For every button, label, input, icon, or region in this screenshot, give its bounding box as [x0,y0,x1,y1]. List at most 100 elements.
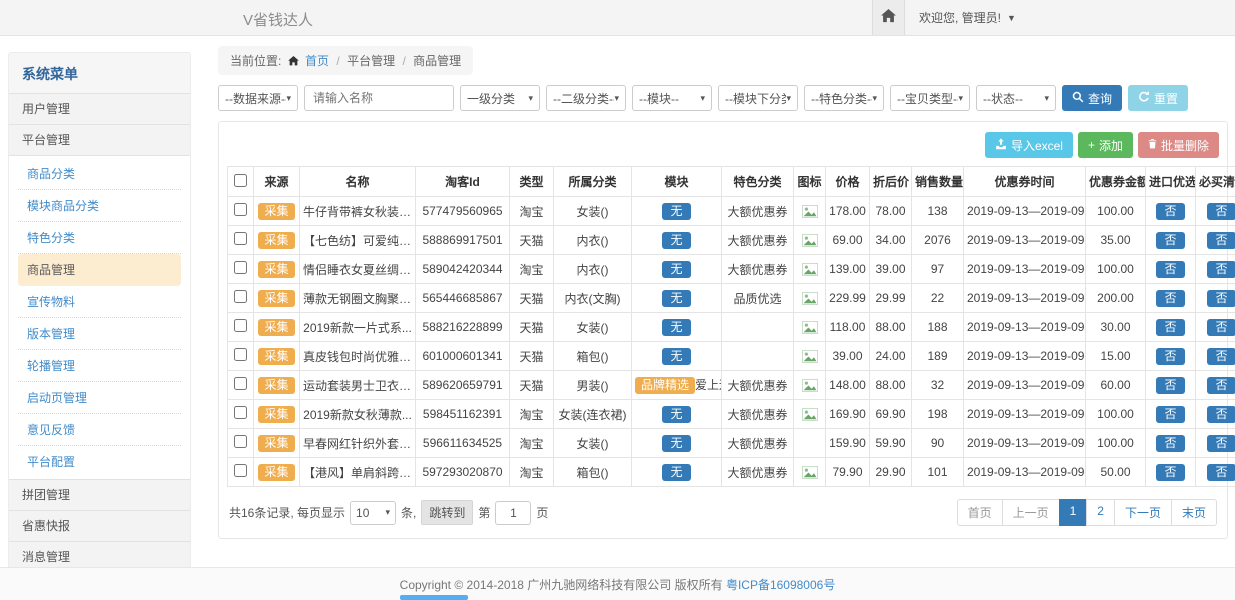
page-button-上一页[interactable]: 上一页 [1002,499,1060,526]
import-select-toggle[interactable]: 否 [1156,348,1184,365]
import-select-toggle[interactable]: 否 [1156,377,1184,394]
home-button[interactable] [872,0,905,35]
reset-button[interactable]: 重置 [1128,85,1188,111]
row-checkbox[interactable] [234,348,247,361]
module-badge[interactable]: 无 [662,203,690,220]
sidebar-item-特色分类[interactable]: 特色分类 [18,222,181,254]
checkbox-cell [228,429,254,458]
import-select-toggle[interactable]: 否 [1156,232,1184,249]
batch-delete-button[interactable]: 批量删除 [1138,132,1219,158]
must-buy-toggle[interactable]: 否 [1207,203,1235,220]
module-badge[interactable]: 无 [662,464,690,481]
name-search-input[interactable] [304,85,454,111]
select-all-checkbox[interactable] [234,174,247,187]
module-badge[interactable]: 品牌精选 [635,377,695,394]
sidebar-item-启动页管理[interactable]: 启动页管理 [18,382,181,414]
table-row: 采集真皮钱包时尚优雅女士...601000601341天猫箱包()无39.002… [228,342,1235,371]
sales-count: 138 [912,197,964,226]
must-buy-toggle[interactable]: 否 [1207,319,1235,336]
module-badge[interactable]: 无 [662,348,690,365]
page-button-首页[interactable]: 首页 [957,499,1003,526]
sidebar-item-意见反馈[interactable]: 意见反馈 [18,414,181,446]
must-buy-toggle[interactable]: 否 [1207,377,1235,394]
row-checkbox[interactable] [234,232,247,245]
row-checkbox[interactable] [234,290,247,303]
row-checkbox[interactable] [234,464,247,477]
import-select-toggle[interactable]: 否 [1156,406,1184,423]
row-checkbox[interactable] [234,377,247,390]
import-select-toggle[interactable]: 否 [1156,319,1184,336]
sidebar-item-版本管理[interactable]: 版本管理 [18,318,181,350]
row-checkbox[interactable] [234,406,247,419]
per-page-select[interactable]: 10 ▾ [350,501,396,525]
user-menu[interactable]: 欢迎您, 管理员! ▼ [905,0,1235,35]
must-buy-toggle[interactable]: 否 [1207,348,1235,365]
filter-select-7[interactable]: --宝贝类型--▾ [890,85,970,111]
module-badge[interactable]: 无 [662,261,690,278]
must-buy-toggle[interactable]: 否 [1207,261,1235,278]
page-button-下一页[interactable]: 下一页 [1114,499,1172,526]
price: 79.90 [826,458,870,487]
row-checkbox[interactable] [234,261,247,274]
sales-count: 188 [912,313,964,342]
filter-select-2[interactable]: 一级分类▾ [460,85,540,111]
must-buy-toggle[interactable]: 否 [1207,435,1235,452]
sidebar-section-用户管理[interactable]: 用户管理 [9,93,190,124]
sales-count: 32 [912,371,964,400]
module-badge[interactable]: 无 [662,435,690,452]
source-badge: 采集 [258,319,294,336]
caret-down-icon: ▼ [1007,13,1016,23]
icp-link[interactable]: 粤ICP备16098006号 [726,576,835,593]
row-checkbox[interactable] [234,203,247,216]
main-content: 当前位置: 首页 / 平台管理 / 商品管理 --数据来源--▾一级分类▾--二… [210,40,1228,539]
filter-select-0[interactable]: --数据来源--▾ [218,85,298,111]
horizontal-scrollbar-thumb[interactable] [400,595,468,600]
must-buy-toggle[interactable]: 否 [1207,406,1235,423]
must-buy-toggle[interactable]: 否 [1207,290,1235,307]
import-select-toggle[interactable]: 否 [1156,464,1184,481]
page-button-末页[interactable]: 末页 [1171,499,1217,526]
import-select-toggle[interactable]: 否 [1156,203,1184,220]
sidebar-item-模块商品分类[interactable]: 模块商品分类 [18,190,181,222]
source-badge: 采集 [258,377,294,394]
module-cell: 无 [632,197,722,226]
page-button-2[interactable]: 2 [1086,499,1115,526]
module-badge[interactable]: 无 [662,290,690,307]
sidebar-item-宣传物料[interactable]: 宣传物料 [18,286,181,318]
column-header-优惠券时间: 优惠券时间 [964,167,1086,197]
sidebar-item-轮播管理[interactable]: 轮播管理 [18,350,181,382]
module-badge[interactable]: 无 [662,319,690,336]
sidebar-item-商品分类[interactable]: 商品分类 [18,158,181,190]
module-badge[interactable]: 无 [662,406,690,423]
import-select-toggle[interactable]: 否 [1156,290,1184,307]
sidebar-section-拼团管理[interactable]: 拼团管理 [9,479,190,510]
sidebar-item-平台配置[interactable]: 平台配置 [18,446,181,477]
query-button[interactable]: 查询 [1062,85,1122,111]
page-button-1[interactable]: 1 [1059,499,1088,526]
jump-to-button[interactable]: 跳转到 [421,500,473,525]
icon-cell [794,429,826,458]
table-row: 采集情侣睡衣女夏丝绸男士...589042420344淘宝内衣()无大额优惠券1… [228,255,1235,284]
module-badge[interactable]: 无 [662,232,690,249]
import-excel-button[interactable]: 导入excel [985,132,1073,158]
import-select-toggle[interactable]: 否 [1156,261,1184,278]
filter-select-3[interactable]: --二级分类--▾ [546,85,626,111]
import-select-toggle[interactable]: 否 [1156,435,1184,452]
page-number-input[interactable] [495,501,531,525]
module-cell: 无 [632,400,722,429]
import-select-cell: 否 [1146,226,1196,255]
row-checkbox[interactable] [234,435,247,448]
row-checkbox[interactable] [234,319,247,332]
add-button[interactable]: + 添加 [1078,132,1133,158]
import-select-cell: 否 [1146,255,1196,284]
filter-select-6[interactable]: --特色分类--▾ [804,85,884,111]
filter-select-8[interactable]: --状态--▾ [976,85,1056,111]
must-buy-toggle[interactable]: 否 [1207,232,1235,249]
sidebar-section-省惠快报[interactable]: 省惠快报 [9,510,190,541]
breadcrumb-home-link[interactable]: 首页 [305,54,329,68]
filter-select-4[interactable]: --模块--▾ [632,85,712,111]
filter-select-5[interactable]: --模块下分类--▾ [718,85,798,111]
must-buy-toggle[interactable]: 否 [1207,464,1235,481]
sidebar-section-平台管理[interactable]: 平台管理 [9,124,190,155]
sidebar-item-商品管理[interactable]: 商品管理 [18,254,181,286]
